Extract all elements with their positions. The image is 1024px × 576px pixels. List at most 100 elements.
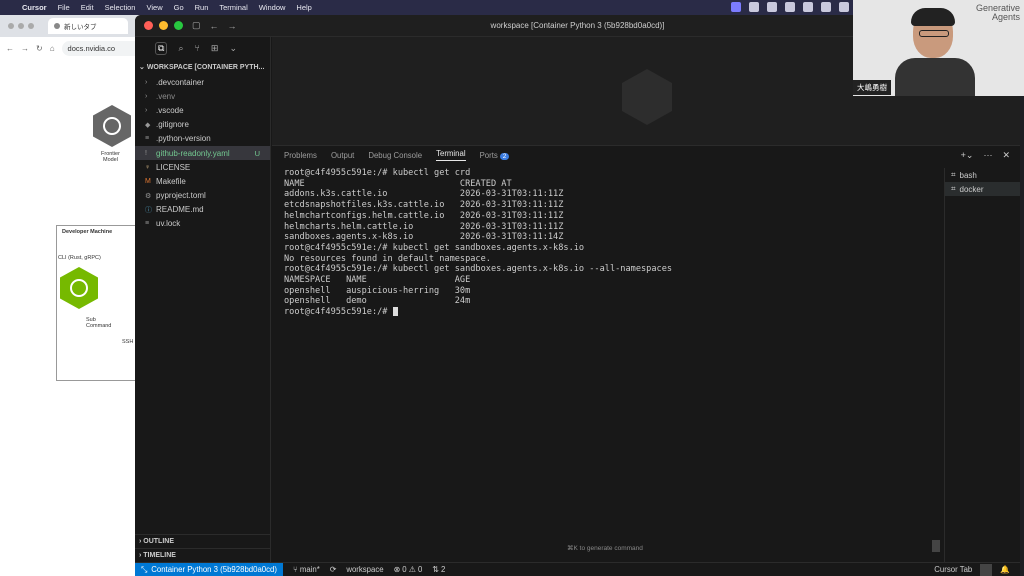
maximize-window-icon[interactable]	[174, 21, 183, 30]
address-bar[interactable]: docs.nvidia.co	[61, 40, 142, 56]
tree-item-venv[interactable]: › .venv	[135, 89, 270, 103]
forward-arrow-icon[interactable]: →	[21, 44, 29, 53]
tab-ports[interactable]: Ports 2	[480, 151, 510, 160]
tab-output[interactable]: Output	[331, 151, 354, 160]
outline-label: OUTLINE	[143, 538, 175, 545]
menu-help[interactable]: Help	[296, 3, 311, 12]
panel-tabs: Problems Output Debug Console Terminal P…	[272, 146, 1020, 164]
terminal-line: etcdsnapshotfiles.k3s.cattle.io 2026-03-…	[284, 200, 564, 211]
tree-item-label: .vscode	[156, 105, 184, 115]
status-icon[interactable]	[749, 2, 759, 12]
status-icon[interactable]	[821, 2, 831, 12]
tree-item-gitignore[interactable]: ◆ .gitignore	[135, 118, 270, 132]
tree-item-uv-lock[interactable]: ≡ uv.lock	[135, 217, 270, 231]
source-control-icon[interactable]: ⑂	[194, 43, 199, 53]
terminal-item-label: docker	[959, 184, 984, 194]
tree-item-label: pyproject.toml	[156, 191, 206, 201]
cli-label: CLI (Rust, gRPC)	[58, 255, 101, 261]
menu-app-name[interactable]: Cursor	[22, 3, 47, 12]
menu-terminal[interactable]: Terminal	[219, 3, 247, 12]
more-actions-icon[interactable]: ···	[983, 150, 992, 161]
back-arrow-icon[interactable]: ←	[210, 21, 219, 31]
tab-debug-console[interactable]: Debug Console	[368, 151, 422, 160]
toggle-sidebar-icon[interactable]: ▢	[192, 20, 201, 31]
menu-file[interactable]: File	[58, 3, 70, 12]
tree-item-github-readonly[interactable]: ! github-readonly.yaml U	[135, 145, 270, 161]
window-dot-icon[interactable]	[28, 23, 34, 29]
ssh-label: SSH	[122, 339, 134, 345]
back-arrow-icon[interactable]: ←	[6, 44, 14, 53]
close-window-icon[interactable]	[144, 21, 153, 30]
tab-problems[interactable]: Problems	[284, 151, 317, 160]
cursor-tab-indicator[interactable]: Cursor Tab	[934, 565, 972, 574]
terminal-item-docker[interactable]: ⌗ docker	[945, 182, 1020, 196]
terminal-line: root@c4f4955c591e:/# kubectl get sandbox…	[284, 242, 585, 253]
terminal-scrollbar[interactable]	[932, 540, 940, 552]
workspace-header[interactable]: ⌄ WORKSPACE [CONTAINER PYTH...	[135, 59, 270, 75]
tree-item-label: Makefile	[156, 176, 186, 186]
menu-view[interactable]: View	[146, 3, 162, 12]
timeline-section[interactable]: › TIMELINE	[135, 548, 271, 562]
workspace-indicator[interactable]: workspace	[346, 565, 383, 574]
terminal-line: root@c4f4955c591e:/# kubectl get crd	[284, 168, 471, 178]
extensions-icon[interactable]: ⊞	[211, 43, 219, 54]
ports-indicator[interactable]: ⇅ 2	[432, 565, 445, 574]
status-icon[interactable]	[785, 2, 795, 12]
tree-item-makefile[interactable]: M Makefile	[135, 174, 270, 188]
browser-tab[interactable]: 新しいタブ	[48, 18, 128, 34]
chevron-down-icon[interactable]: ⌄	[229, 43, 237, 54]
terminal-item-label: bash	[959, 170, 977, 180]
brand-line2: Agents	[991, 12, 1020, 22]
tab-terminal[interactable]: Terminal	[436, 149, 466, 161]
menu-run[interactable]: Run	[195, 3, 209, 12]
sync-icon[interactable]: ⟳	[330, 565, 337, 574]
close-panel-icon[interactable]: ✕	[1002, 150, 1010, 161]
terminal-line: openshell auspicious-herring 30m	[284, 285, 471, 296]
git-file-icon: ◆	[145, 121, 151, 129]
terminal-line: openshell demo 24m	[284, 296, 471, 307]
files-icon[interactable]: ⧉	[155, 41, 168, 55]
tree-item-license[interactable]: ♀ LICENSE	[135, 160, 270, 174]
tree-item-vscode[interactable]: › .vscode	[135, 103, 270, 117]
reload-icon[interactable]: ↻	[36, 44, 43, 53]
menu-selection[interactable]: Selection	[105, 3, 136, 12]
workspace-title: WORKSPACE [CONTAINER PYTH...	[146, 64, 265, 71]
browser-tab-title: 新しいタブ	[64, 24, 97, 31]
menu-go[interactable]: Go	[174, 3, 184, 12]
minimize-window-icon[interactable]	[159, 21, 168, 30]
screen-share-icon[interactable]	[731, 2, 741, 12]
status-icon[interactable]	[803, 2, 813, 12]
menu-window[interactable]: Window	[259, 3, 286, 12]
window-dot-icon[interactable]	[18, 23, 24, 29]
branch-indicator[interactable]: ⑂ main*	[293, 565, 320, 574]
terminal-line: No resources found in default namespace.	[284, 253, 491, 264]
bell-icon[interactable]: 🔔	[1000, 565, 1010, 574]
terminal-item-bash[interactable]: ⌗ bash	[945, 168, 1020, 182]
forward-arrow-icon[interactable]: →	[228, 21, 237, 31]
add-terminal-icon[interactable]: +⌄	[961, 150, 974, 161]
tree-item-readme[interactable]: ⓘ README.md	[135, 203, 270, 217]
timeline-label: TIMELINE	[143, 552, 176, 559]
branch-icon: ⑂	[292, 565, 300, 574]
site-info-icon[interactable]: ⌂	[50, 44, 55, 53]
zoom-icon[interactable]	[980, 563, 993, 576]
window-dot-icon[interactable]	[8, 23, 14, 29]
terminal-prompt-line: root@c4f4955c591e:/#	[284, 307, 934, 318]
tree-item-pyproject[interactable]: ⚙ pyproject.toml	[135, 189, 270, 203]
search-icon[interactable]: ⌕	[178, 43, 183, 54]
menu-edit[interactable]: Edit	[81, 3, 94, 12]
tree-item-python-version[interactable]: ≡ .python-version	[135, 132, 270, 146]
problems-indicator[interactable]: ⊗ 0 ⚠ 0	[394, 565, 423, 574]
status-icon[interactable]	[767, 2, 777, 12]
bell-icon[interactable]	[839, 2, 849, 12]
tab-ports-label: Ports	[479, 150, 498, 160]
terminal-output[interactable]: root@c4f4955c591e:/# kubectl get crd NAME…	[284, 168, 934, 318]
remote-indicator[interactable]: ⤡ Container Python 3 (5b928bd0a0cd)	[135, 562, 283, 576]
outline-section[interactable]: › OUTLINE	[135, 534, 271, 548]
untracked-badge: U	[254, 148, 260, 158]
terminal-line: NAME CREATED AT	[284, 178, 512, 189]
tree-item-devcontainer[interactable]: › .devcontainer	[135, 75, 270, 89]
menubar-status-icons	[731, 2, 849, 12]
terminal-cursor	[392, 307, 398, 317]
developer-machine-label: Developer Machine	[62, 229, 113, 235]
